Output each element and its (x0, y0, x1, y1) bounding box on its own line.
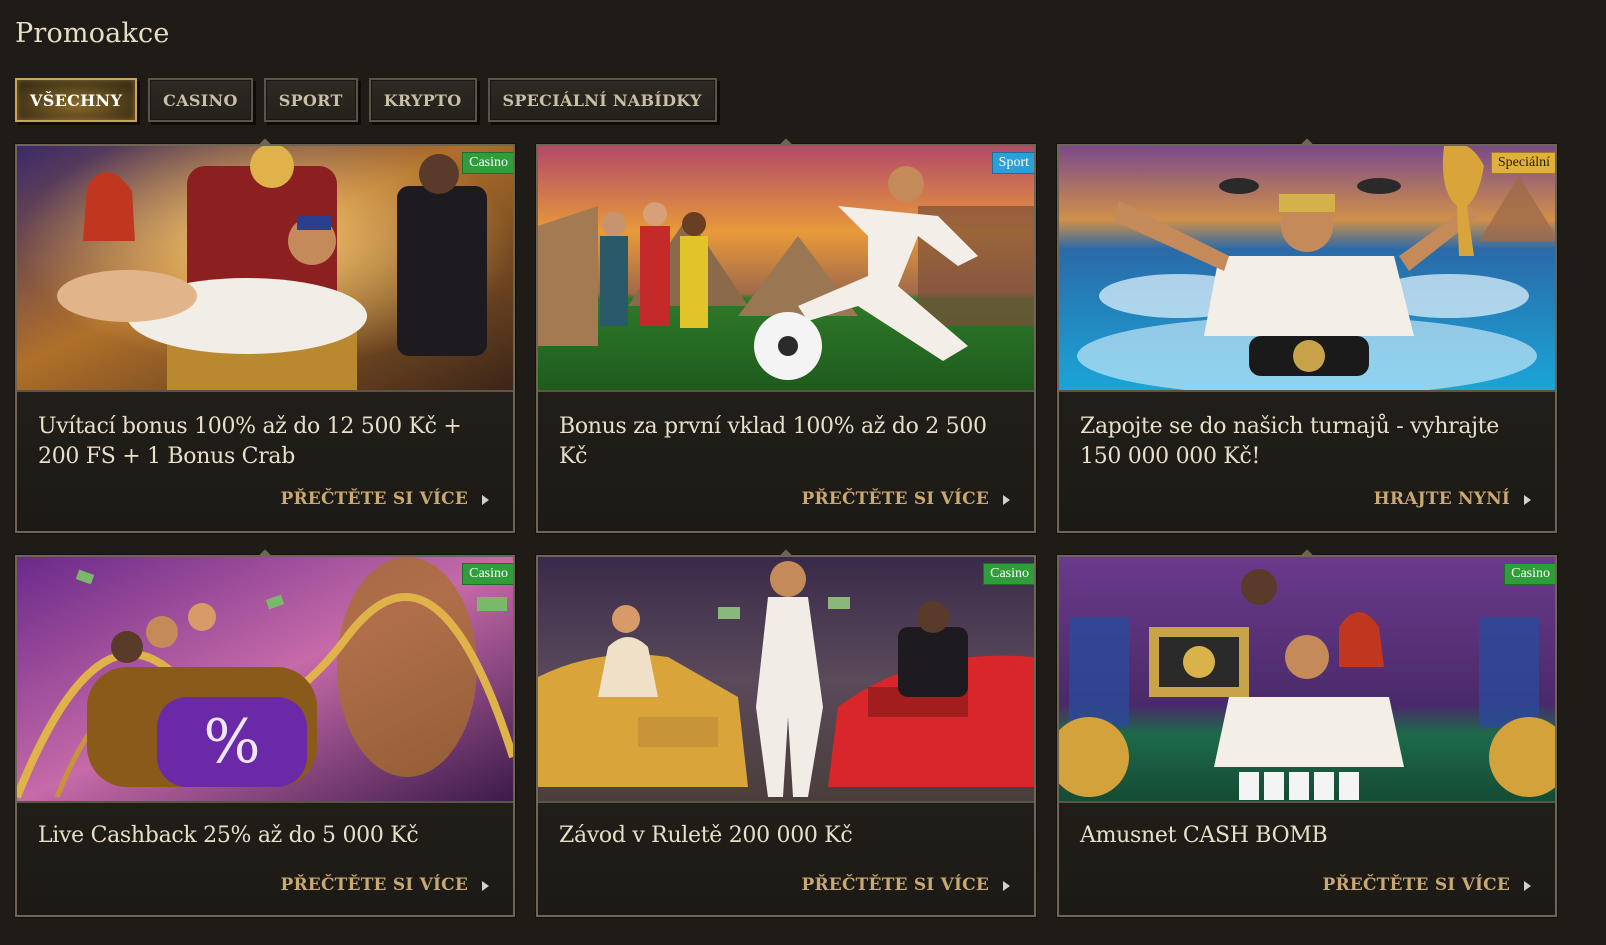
promo-title: Uvítací bonus 100% až do 12 500 Kč + 200… (38, 414, 462, 469)
read-more-label: PŘEČTĚTE SI VÍCE (280, 875, 468, 895)
read-more-link[interactable]: PŘEČTĚTE SI VÍCE (1322, 875, 1531, 895)
category-badge-special: Speciální (1490, 152, 1555, 174)
promo-image-pharaoh-throne[interactable]: Casino (17, 146, 513, 392)
play-now-label: HRAJTE NYNÍ (1373, 489, 1510, 509)
read-more-label: PŘEČTĚTE SI VÍCE (801, 875, 989, 895)
triangle-right-icon (482, 881, 489, 891)
triangle-right-icon (1003, 495, 1010, 505)
promotions-page: Promoakce VŠECHNY CASINO SPORT KRYPTO SP… (0, 0, 1606, 945)
promo-card-sport-bonus[interactable]: Sport Bonus za první vklad 100% až do 2 … (536, 144, 1036, 533)
filter-tab-sport[interactable]: SPORT (263, 78, 358, 122)
triangle-right-icon (482, 495, 489, 505)
promo-title: Amusnet CASH BOMB (1080, 823, 1328, 848)
promo-card-roulette-race[interactable]: Casino Závod v Ruletě 200 000 Kč PŘEČTĚT… (536, 555, 1036, 917)
promo-image-rollercoaster[interactable]: % Casino (17, 557, 513, 803)
category-badge-sport: Sport (991, 152, 1034, 174)
promo-title: Bonus za první vklad 100% až do 2 500 Kč (559, 414, 987, 469)
triangle-right-icon (1524, 495, 1531, 505)
read-more-link[interactable]: PŘEČTĚTE SI VÍCE (280, 489, 489, 509)
filter-tab-crypto[interactable]: KRYPTO (368, 78, 477, 122)
filter-tab-casino[interactable]: CASINO (148, 78, 253, 122)
filter-tabs: VŠECHNY CASINO SPORT KRYPTO SPECIÁLNÍ NA… (15, 78, 717, 122)
play-now-link[interactable]: HRAJTE NYNÍ (1373, 489, 1531, 509)
filter-tab-special-offers[interactable]: SPECIÁLNÍ NABÍDKY (487, 78, 717, 122)
read-more-link[interactable]: PŘEČTĚTE SI VÍCE (801, 489, 1010, 509)
category-badge-casino: Casino (983, 563, 1034, 585)
filter-tab-all[interactable]: VŠECHNY (15, 78, 138, 122)
promo-title: Závod v Ruletě 200 000 Kč (559, 823, 853, 848)
promo-title: Live Cashback 25% až do 5 000 Kč (38, 823, 419, 848)
promo-card-tournaments[interactable]: Speciální Zapojte se do našich turnajů -… (1057, 144, 1557, 533)
promo-title: Zapojte se do našich turnajů - vyhrajte … (1080, 414, 1499, 469)
read-more-label: PŘEČTĚTE SI VÍCE (801, 489, 989, 509)
read-more-link[interactable]: PŘEČTĚTE SI VÍCE (280, 875, 489, 895)
promo-image-pharaoh-football[interactable]: Sport (538, 146, 1034, 392)
promo-card-live-cashback[interactable]: % Casino Live Cashback 25% až do 5 000 K… (15, 555, 515, 917)
read-more-label: PŘEČTĚTE SI VÍCE (280, 489, 468, 509)
triangle-right-icon (1524, 881, 1531, 891)
promo-image-cars[interactable]: Casino (538, 557, 1034, 803)
svg-text:%: % (203, 707, 260, 777)
category-badge-casino: Casino (462, 152, 513, 174)
promo-card-cash-bomb[interactable]: Casino Amusnet CASH BOMB PŘEČTĚTE SI VÍC… (1057, 555, 1557, 917)
promo-grid: Casino Uvítací bonus 100% až do 12 500 K… (15, 144, 1557, 917)
page-title: Promoakce (15, 18, 170, 49)
read-more-link[interactable]: PŘEČTĚTE SI VÍCE (801, 875, 1010, 895)
category-badge-casino: Casino (462, 563, 513, 585)
triangle-right-icon (1003, 881, 1010, 891)
promo-image-casino-table[interactable]: Casino (1059, 557, 1555, 803)
promo-image-pharaoh-jetski[interactable]: Speciální (1059, 146, 1555, 392)
read-more-label: PŘEČTĚTE SI VÍCE (1322, 875, 1510, 895)
category-badge-casino: Casino (1504, 563, 1555, 585)
promo-card-welcome-bonus[interactable]: Casino Uvítací bonus 100% až do 12 500 K… (15, 144, 515, 533)
